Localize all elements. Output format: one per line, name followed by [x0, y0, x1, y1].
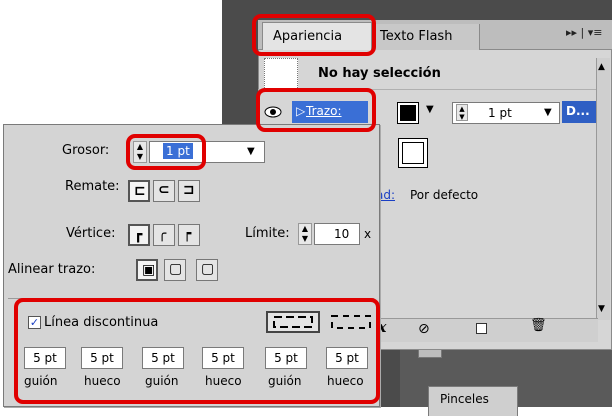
- projecting-cap-button[interactable]: ⊐: [178, 180, 200, 202]
- butt-cap-button[interactable]: ⊏: [128, 180, 150, 202]
- butt-cap-icon: ⊏: [134, 183, 146, 199]
- dropdown-arrow-icon[interactable]: ▼: [426, 104, 434, 115]
- limite-value: 10: [334, 227, 350, 241]
- tab-pinceles-label: Pinceles: [440, 392, 489, 406]
- highlight-apariencia-tab: [252, 14, 376, 56]
- stroke-color-swatch[interactable]: [397, 102, 419, 124]
- align-outside-button[interactable]: ▢: [196, 259, 218, 281]
- projecting-cap-icon: ⊐: [183, 182, 195, 198]
- opacity-value: Por defecto: [410, 188, 479, 202]
- duplicate-item-icon[interactable]: [476, 323, 487, 334]
- bevel-join-button[interactable]: ┍: [178, 224, 200, 246]
- limite-unit: x: [364, 227, 372, 241]
- round-cap-button[interactable]: ⊂: [153, 180, 175, 202]
- fill-color-swatch[interactable]: [398, 138, 428, 168]
- tab-texto-flash[interactable]: Texto Flash: [374, 24, 480, 50]
- align-outside-icon: ▢: [201, 261, 215, 277]
- stroke-weight-value: 1 pt: [488, 106, 512, 120]
- spinner-icon[interactable]: ▲ ▼: [456, 104, 468, 121]
- align-inside-button[interactable]: ▢: [164, 259, 186, 281]
- vertice-label: Vértice:: [66, 226, 116, 241]
- remate-label: Remate:: [65, 179, 120, 194]
- highlight-stroke-row: [256, 88, 376, 132]
- spinner-icon[interactable]: ▲ ▼: [298, 223, 312, 245]
- panel-scrollbar[interactable]: [596, 58, 610, 320]
- grosor-label: Grosor:: [62, 143, 110, 158]
- limite-label: Límite:: [245, 226, 290, 241]
- miter-join-button[interactable]: ┏: [128, 224, 150, 246]
- highlight-grosor-field: [126, 134, 206, 170]
- align-center-button[interactable]: ▣: [136, 259, 158, 281]
- round-join-icon: ╭: [158, 226, 167, 242]
- round-join-button[interactable]: ╭: [153, 224, 175, 246]
- panel-menu-button[interactable]: ▸▸ | ▾≡: [566, 26, 606, 44]
- round-cap-icon: ⊂: [158, 182, 170, 198]
- align-inside-icon: ▢: [169, 261, 183, 277]
- alinear-label: Alinear trazo:: [8, 262, 96, 277]
- stroke-row-truncated[interactable]: D...: [562, 101, 598, 123]
- highlight-dashed-section: [14, 298, 380, 404]
- tab-texto-flash-label: Texto Flash: [380, 29, 453, 44]
- align-center-icon: ▣: [142, 262, 156, 278]
- miter-join-icon: ┏: [134, 227, 143, 243]
- scroll-down-icon[interactable]: ▼: [598, 304, 605, 314]
- trash-icon[interactable]: 🗑: [530, 318, 547, 333]
- bevel-join-icon: ┍: [183, 226, 192, 242]
- selection-thumbnail: [264, 58, 298, 90]
- clear-appearance-icon[interactable]: ⊘: [418, 321, 430, 337]
- dropdown-arrow-icon[interactable]: ▼: [544, 107, 552, 118]
- dropdown-arrow-icon[interactable]: ▼: [247, 146, 255, 157]
- scroll-up-icon[interactable]: ▲: [598, 62, 605, 72]
- no-selection-text: No hay selección: [318, 66, 441, 81]
